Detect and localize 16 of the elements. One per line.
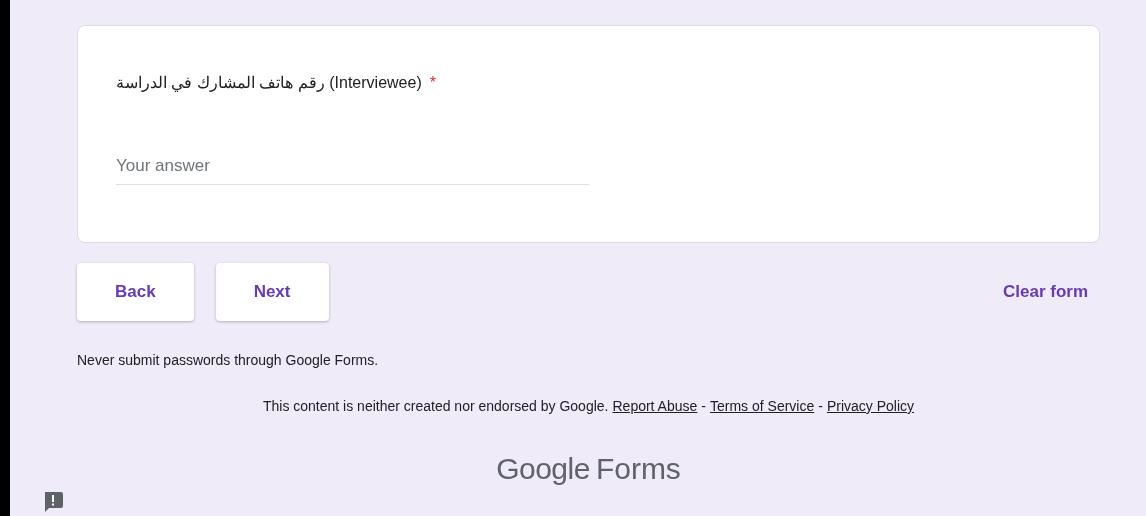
separator: -: [818, 398, 823, 414]
question-title: رقم هاتف المشارك في الدراسة (Interviewee): [116, 73, 422, 92]
required-marker: *: [429, 73, 436, 92]
footer-link[interactable]: Privacy Policy: [826, 398, 915, 414]
footer-link[interactable]: Terms of Service: [710, 398, 815, 414]
feedback-icon[interactable]: [42, 490, 64, 512]
password-warning: Never submit passwords through Google Forms.: [77, 352, 380, 368]
logo-brand: Google: [496, 452, 590, 486]
separator: -: [701, 398, 706, 414]
next-button[interactable]: Next: [215, 263, 329, 321]
disclaimer-text: This content is neither created nor endorsed by Google.: [262, 398, 609, 414]
logo-product: Forms: [595, 452, 681, 486]
clear-form-button[interactable]: Clear form: [994, 278, 1100, 306]
answer-field[interactable]: Your answer: [116, 156, 589, 185]
footer-link[interactable]: Report Abuse: [612, 398, 698, 414]
back-button[interactable]: Back: [77, 263, 194, 321]
